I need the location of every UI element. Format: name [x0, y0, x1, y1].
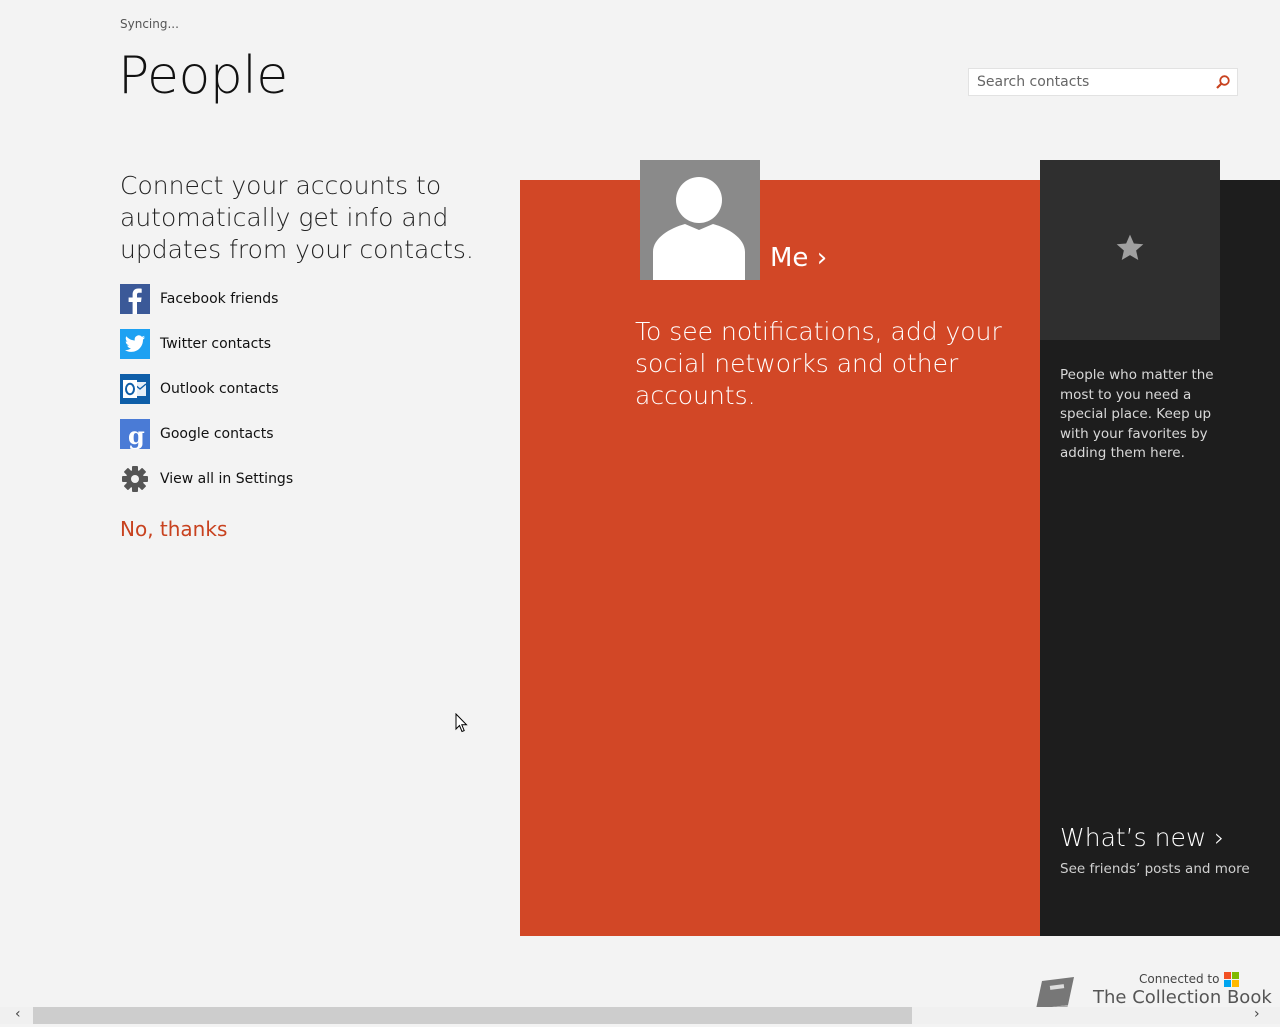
outlook-contacts-link[interactable]: Outlook contacts: [120, 374, 279, 404]
mouse-cursor: [455, 712, 469, 737]
google-contacts-label: Google contacts: [160, 426, 274, 442]
facebook-friends-link[interactable]: Facebook friends: [120, 284, 278, 314]
twitter-contacts-label: Twitter contacts: [160, 336, 272, 352]
whats-new-label: What’s new: [1060, 823, 1207, 852]
chevron-right-icon: ›: [1214, 823, 1225, 852]
view-all-settings-link[interactable]: View all in Settings: [120, 464, 293, 494]
gear-icon: [120, 464, 150, 494]
scrollbar-thumb[interactable]: [33, 1007, 912, 1024]
facebook-icon: [120, 284, 150, 314]
connect-accounts-heading: Connect your accounts to automatically g…: [120, 171, 474, 264]
search-box[interactable]: [968, 68, 1238, 96]
avatar[interactable]: [640, 160, 760, 280]
search-icon[interactable]: [1209, 68, 1237, 96]
search-input[interactable]: [969, 73, 1209, 91]
google-contacts-link[interactable]: g Google contacts: [120, 419, 274, 449]
whats-new-subtitle: See friends’ posts and more: [1060, 861, 1250, 877]
star-icon: [1114, 232, 1146, 268]
notifications-message: To see notifications, add your social ne…: [635, 317, 1002, 410]
outlook-icon: [120, 374, 150, 404]
facebook-friends-label: Facebook friends: [160, 291, 279, 307]
page-title: People: [118, 46, 288, 106]
collection-name: The Collection Book: [1093, 987, 1272, 1008]
connected-to-label: Connected to: [1139, 972, 1220, 986]
no-thanks-link[interactable]: No, thanks: [120, 517, 227, 541]
sync-status: Syncing...: [120, 17, 179, 31]
outlook-contacts-label: Outlook contacts: [160, 381, 279, 397]
scroll-left-arrow[interactable]: ‹: [15, 1006, 21, 1022]
favorites-description: People who matter the most to you need a…: [1060, 367, 1214, 461]
twitter-contacts-link[interactable]: Twitter contacts: [120, 329, 271, 359]
favorites-tile[interactable]: [1040, 160, 1220, 340]
me-label: Me: [770, 243, 809, 273]
whats-new-link[interactable]: What’s new ›: [1060, 823, 1224, 852]
twitter-icon: [120, 329, 150, 359]
view-all-settings-label: View all in Settings: [160, 471, 294, 487]
chevron-right-icon: ›: [816, 243, 828, 273]
svg-text:g: g: [128, 421, 145, 449]
me-tile[interactable]: [520, 180, 1040, 936]
scroll-right-arrow[interactable]: ›: [1254, 1006, 1260, 1022]
me-link[interactable]: Me ›: [770, 243, 827, 273]
google-icon: g: [120, 419, 150, 449]
